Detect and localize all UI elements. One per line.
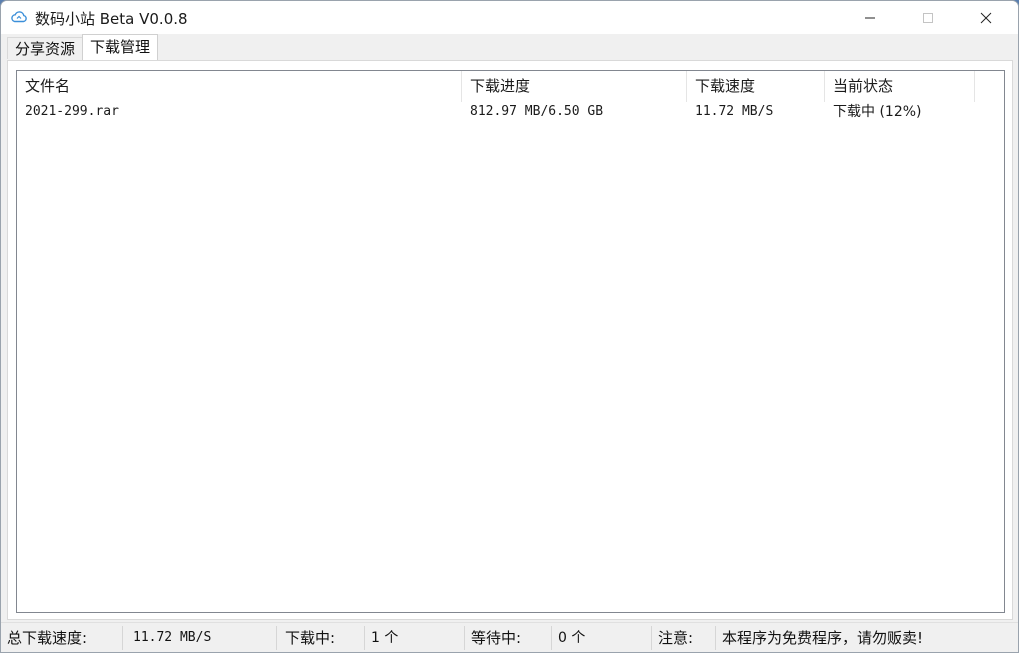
tab-bar: 分享资源 下载管理	[1, 34, 1018, 60]
download-list[interactable]: 文件名 下载进度 下载速度 当前状态 2021-299.rar 812.97 M…	[16, 70, 1005, 613]
cell-status: 下载中 (12%)	[833, 104, 922, 120]
tab-share-resources[interactable]: 分享资源	[7, 37, 83, 59]
minimize-button[interactable]	[841, 1, 899, 34]
maximize-button[interactable]	[899, 1, 957, 34]
cell-progress: 812.97 MB/6.50 GB	[470, 104, 604, 119]
tab-download-manager[interactable]: 下载管理	[82, 34, 159, 60]
window-title: 数码小站 Beta V0.0.8	[35, 10, 188, 28]
notice-label: 注意:	[652, 626, 716, 650]
column-header-filename[interactable]: 文件名	[17, 71, 462, 102]
close-button[interactable]	[957, 1, 1015, 34]
status-bar: 总下载速度: 11.72 MB/S 下载中: 1 个 等待中: 0 个 注意: …	[1, 622, 1018, 652]
notice-text: 本程序为免费程序，请勿贩卖!	[722, 629, 924, 647]
waiting-label: 等待中:	[465, 626, 552, 650]
downloading-value: 1 个	[365, 626, 465, 650]
waiting-value: 0 个	[552, 626, 652, 650]
app-window: 数码小站 Beta V0.0.8 分享资源 下载管理 文件名 下载进度 下载速度…	[0, 0, 1019, 653]
cell-speed: 11.72 MB/S	[695, 104, 774, 119]
downloading-label: 下载中:	[279, 626, 365, 650]
download-manager-panel: 文件名 下载进度 下载速度 当前状态 2021-299.rar 812.97 M…	[7, 60, 1013, 620]
maximize-icon	[923, 13, 933, 23]
cloud-icon	[10, 9, 28, 25]
column-header-progress[interactable]: 下载进度	[462, 71, 687, 102]
minimize-icon	[865, 17, 875, 19]
list-header: 文件名 下载进度 下载速度 当前状态	[17, 71, 1004, 102]
table-row[interactable]: 2021-299.rar 812.97 MB/6.50 GB 11.72 MB/…	[17, 102, 1004, 122]
close-icon	[980, 12, 992, 24]
cell-filename: 2021-299.rar	[25, 104, 119, 119]
title-bar[interactable]: 数码小站 Beta V0.0.8	[1, 1, 1018, 34]
total-speed-label: 总下载速度:	[1, 626, 123, 650]
total-speed-value: 11.72 MB/S	[127, 626, 277, 650]
column-header-speed[interactable]: 下载速度	[687, 71, 825, 102]
column-header-status[interactable]: 当前状态	[825, 71, 975, 102]
